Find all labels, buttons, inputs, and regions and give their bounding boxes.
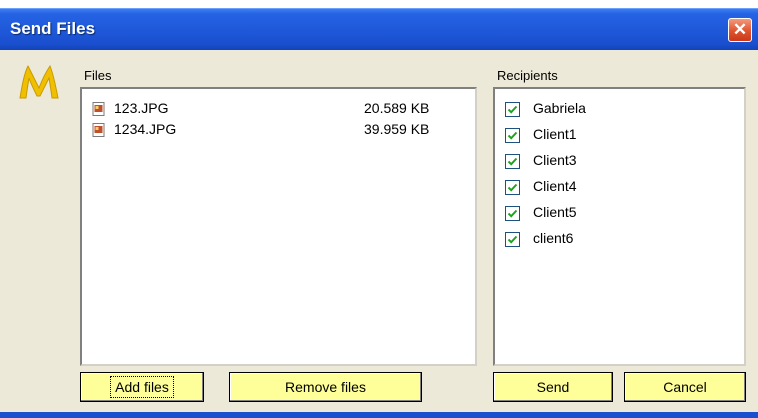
recipient-name: Client4 [533, 178, 577, 194]
cancel-button[interactable]: Cancel [624, 372, 746, 402]
send-label: Send [536, 379, 570, 395]
recipient-item[interactable]: Client4 [505, 178, 665, 198]
file-name: 123.JPG [114, 100, 169, 116]
jpg-file-icon [92, 102, 106, 116]
recipient-checkbox[interactable] [505, 154, 520, 169]
jpg-file-icon [92, 123, 106, 137]
recipient-checkbox[interactable] [505, 128, 520, 143]
recipient-name: Client5 [533, 204, 577, 220]
file-size: 20.589 KB [364, 100, 430, 116]
file-list-item[interactable]: 123.JPG 20.589 KB [92, 100, 452, 118]
send-button[interactable]: Send [493, 372, 613, 402]
close-button[interactable]: ✕ [728, 18, 752, 42]
file-size: 39.959 KB [364, 121, 430, 137]
recipient-checkbox[interactable] [505, 232, 520, 247]
recipient-checkbox[interactable] [505, 206, 520, 221]
add-files-label: Add files [110, 376, 174, 398]
remove-files-button[interactable]: Remove files [229, 372, 422, 402]
recipient-name: Gabriela [533, 100, 586, 116]
close-icon: ✕ [732, 20, 748, 39]
recipient-checkbox[interactable] [505, 180, 520, 195]
file-list-item[interactable]: 1234.JPG 39.959 KB [92, 121, 452, 139]
recipients-group-label: Recipients [497, 68, 558, 83]
recipient-name: client6 [533, 230, 574, 246]
recipients-listbox[interactable]: Gabriela Client1 Client3 Client4 Client5 [493, 87, 746, 366]
send-files-dialog: Send Files ✕ Files 123.JPG 20.589 KB 123… [0, 8, 758, 418]
recipient-item[interactable]: client6 [505, 230, 665, 250]
recipient-item[interactable]: Client1 [505, 126, 665, 146]
recipient-item[interactable]: Client5 [505, 204, 665, 224]
cancel-label: Cancel [663, 379, 707, 395]
recipient-item[interactable]: Client3 [505, 152, 665, 172]
files-listbox[interactable]: 123.JPG 20.589 KB 1234.JPG 39.959 KB [80, 87, 477, 366]
recipient-name: Client1 [533, 126, 577, 142]
recipient-item[interactable]: Gabriela [505, 100, 665, 120]
m-logo-icon [16, 62, 62, 107]
window-bottom-border [0, 412, 758, 418]
file-name: 1234.JPG [114, 121, 177, 137]
window-title: Send Files [10, 19, 96, 38]
recipient-checkbox[interactable] [505, 102, 520, 117]
remove-files-label: Remove files [285, 379, 366, 395]
title-bar[interactable]: Send Files ✕ [0, 8, 758, 50]
recipient-name: Client3 [533, 152, 577, 168]
add-files-button[interactable]: Add files [80, 372, 204, 402]
files-group-label: Files [84, 68, 112, 83]
